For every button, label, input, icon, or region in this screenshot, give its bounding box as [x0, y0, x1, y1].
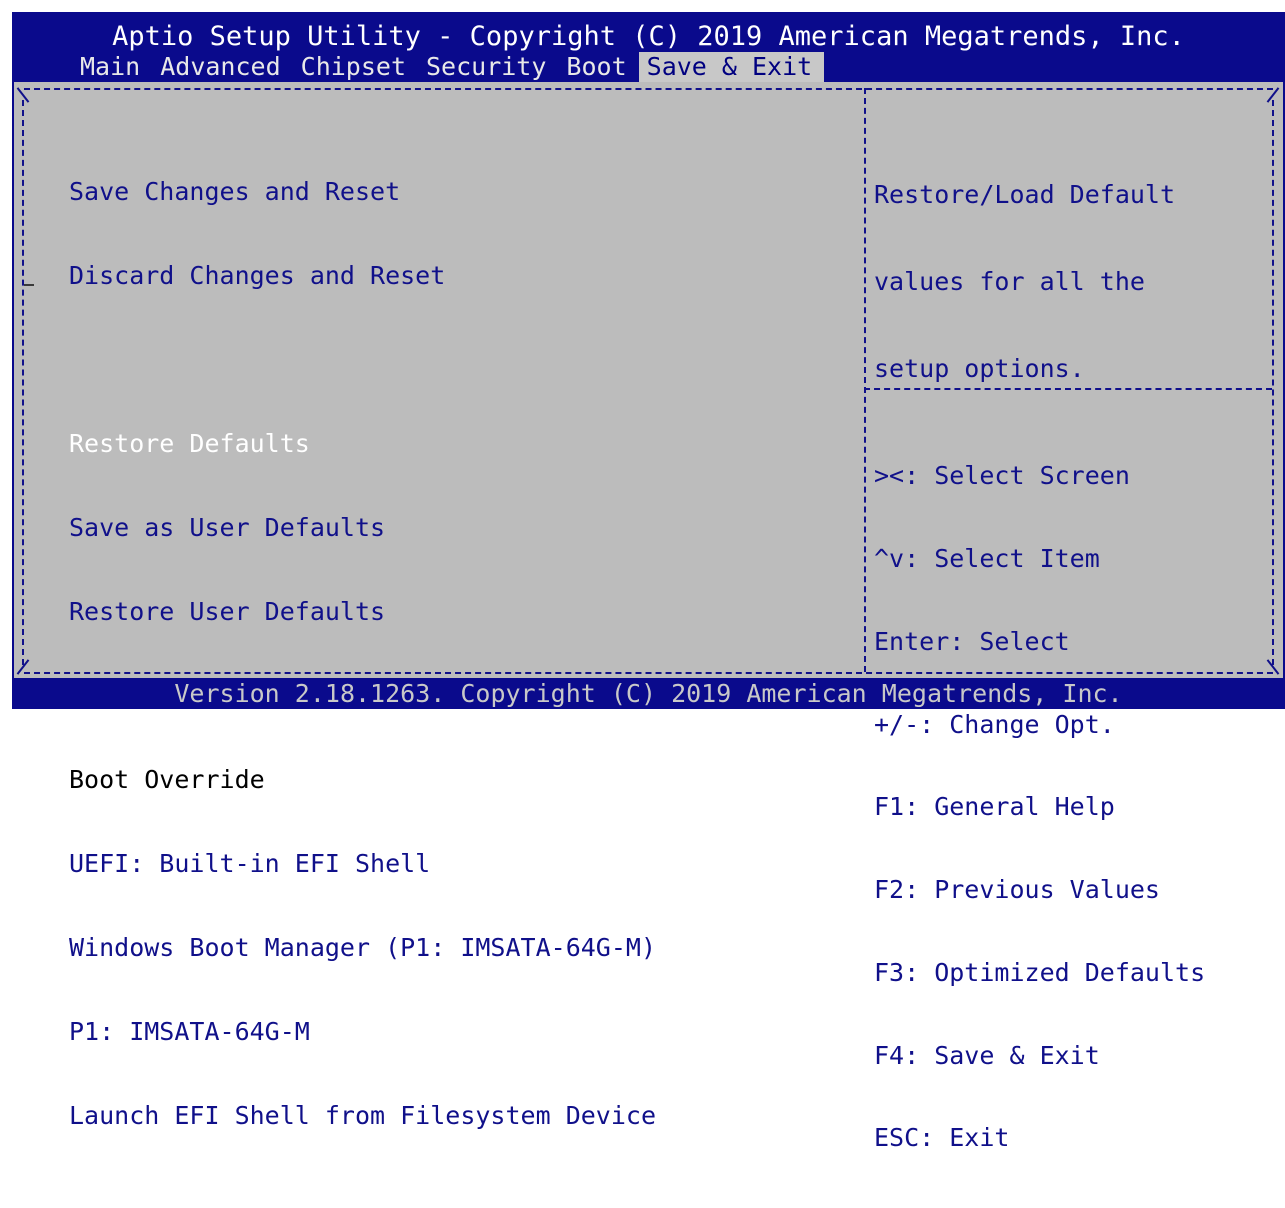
frame-border-left — [22, 100, 24, 665]
help-line: values for all the — [874, 267, 1145, 296]
tab-bar: Main Advanced Chipset Security Boot Save… — [72, 52, 825, 82]
version-footer: Version 2.18.1263. Copyright (C) 2019 Am… — [174, 679, 1123, 708]
help-line: setup options. — [874, 354, 1085, 383]
help-line: Restore/Load Default — [874, 180, 1176, 209]
tab-security[interactable]: Security — [418, 52, 558, 82]
key-help-line: F3: Optimized Defaults — [874, 957, 1206, 987]
save-changes-reset-item[interactable]: Save Changes and Reset — [69, 178, 656, 206]
key-help-line: ><: Select Screen — [874, 461, 1130, 491]
frame-border-right — [1272, 100, 1274, 665]
content-panel: Save Changes and Reset Discard Changes a… — [14, 82, 1283, 1152]
boot-option-item[interactable]: Launch EFI Shell from Filesystem Device — [69, 1102, 656, 1130]
key-help-line: F4: Save & Exit — [874, 1040, 1100, 1070]
tab-main[interactable]: Main — [72, 52, 152, 82]
tab-advanced[interactable]: Advanced — [152, 52, 292, 82]
key-help-line: ESC: Exit — [874, 1123, 1010, 1153]
tab-chipset[interactable]: Chipset — [293, 52, 418, 82]
utility-title: Aptio Setup Utility - Copyright (C) 2019… — [112, 21, 1185, 52]
scroll-indicator — [24, 284, 34, 286]
key-help-list: ><: Select Screen ^v: Select Item Enter:… — [874, 407, 1205, 1207]
key-help-line: ^v: Select Item — [874, 543, 1100, 573]
tab-save-exit[interactable]: Save & Exit — [638, 52, 825, 82]
restore-defaults-item[interactable]: Restore Defaults — [69, 430, 656, 458]
discard-changes-reset-item[interactable]: Discard Changes and Reset — [69, 262, 656, 290]
key-help-line: +/-: Change Opt. — [874, 709, 1115, 739]
bios-screen: Aptio Setup Utility - Copyright (C) 2019… — [12, 12, 1285, 1152]
key-help-line: F1: General Help — [874, 792, 1115, 822]
key-help-line: Enter: Select — [874, 626, 1070, 656]
save-exit-menu: Save Changes and Reset Discard Changes a… — [69, 122, 656, 1186]
boot-option-item[interactable]: Windows Boot Manager (P1: IMSATA-64G-M) — [69, 934, 656, 962]
restore-user-defaults-item[interactable]: Restore User Defaults — [69, 598, 656, 626]
boot-override-header: Boot Override — [69, 765, 265, 794]
item-help-text: Restore/Load Default values for all the … — [874, 122, 1269, 441]
tab-boot[interactable]: Boot — [558, 52, 638, 82]
boot-option-item[interactable]: P1: IMSATA-64G-M — [69, 1018, 656, 1046]
key-help-line: F2: Previous Values — [874, 875, 1160, 905]
column-divider — [864, 88, 866, 672]
boot-option-item[interactable]: UEFI: Built-in EFI Shell — [69, 850, 656, 878]
frame-border-top — [24, 88, 1273, 90]
menu-spacer — [69, 346, 656, 374]
save-user-defaults-item[interactable]: Save as User Defaults — [69, 514, 656, 542]
